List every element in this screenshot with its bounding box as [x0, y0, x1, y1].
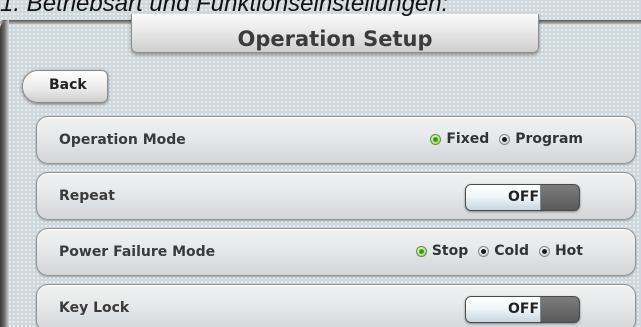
- radio-selected-icon: [430, 133, 442, 145]
- row-power-failure-mode: Power Failure Mode Stop Cold Hot: [36, 228, 636, 276]
- key-lock-label: Key Lock: [59, 300, 130, 316]
- key-lock-toggle[interactable]: OFF: [465, 296, 580, 323]
- radio-power-failure-cold[interactable]: Cold: [478, 243, 529, 259]
- radio-label-stop: Stop: [431, 243, 469, 259]
- radio-unselected-icon: [499, 133, 511, 145]
- radio-power-failure-hot[interactable]: Hot: [538, 243, 583, 259]
- device-screen: Operation Setup Back Operation Mode Fixe…: [0, 0, 641, 327]
- operation-mode-radio-group: Fixed Program: [430, 131, 583, 147]
- row-operation-mode: Operation Mode Fixed Program: [36, 116, 636, 164]
- repeat-toggle[interactable]: OFF: [465, 184, 580, 211]
- repeat-toggle-value: OFF: [508, 189, 540, 205]
- radio-operation-mode-fixed[interactable]: Fixed: [430, 131, 489, 147]
- radio-label-fixed: Fixed: [446, 131, 490, 147]
- screen-frame-left: [0, 20, 9, 327]
- back-button[interactable]: Back: [22, 70, 108, 103]
- radio-power-failure-stop[interactable]: Stop: [415, 243, 469, 259]
- repeat-label: Repeat: [59, 188, 115, 204]
- radio-unselected-icon: [478, 245, 490, 257]
- row-key-lock: Key Lock OFF: [36, 284, 636, 327]
- operation-mode-label: Operation Mode: [59, 132, 186, 148]
- key-lock-toggle-value: OFF: [508, 301, 540, 317]
- radio-operation-mode-program[interactable]: Program: [499, 131, 583, 147]
- page-title: Operation Setup: [237, 27, 433, 51]
- radio-label-program: Program: [515, 131, 583, 147]
- radio-selected-icon: [415, 245, 427, 257]
- radio-label-cold: Cold: [494, 243, 529, 259]
- document-caption: 1. Betriebsart und Funktionseinstellunge…: [0, 0, 449, 17]
- power-failure-mode-label: Power Failure Mode: [59, 244, 216, 260]
- radio-unselected-icon: [538, 245, 550, 257]
- radio-label-hot: Hot: [554, 243, 583, 259]
- back-button-label: Back: [49, 77, 87, 93]
- power-failure-mode-radio-group: Stop Cold Hot: [415, 243, 583, 259]
- title-tab: Operation Setup: [131, 14, 539, 53]
- row-repeat: Repeat OFF: [36, 172, 636, 220]
